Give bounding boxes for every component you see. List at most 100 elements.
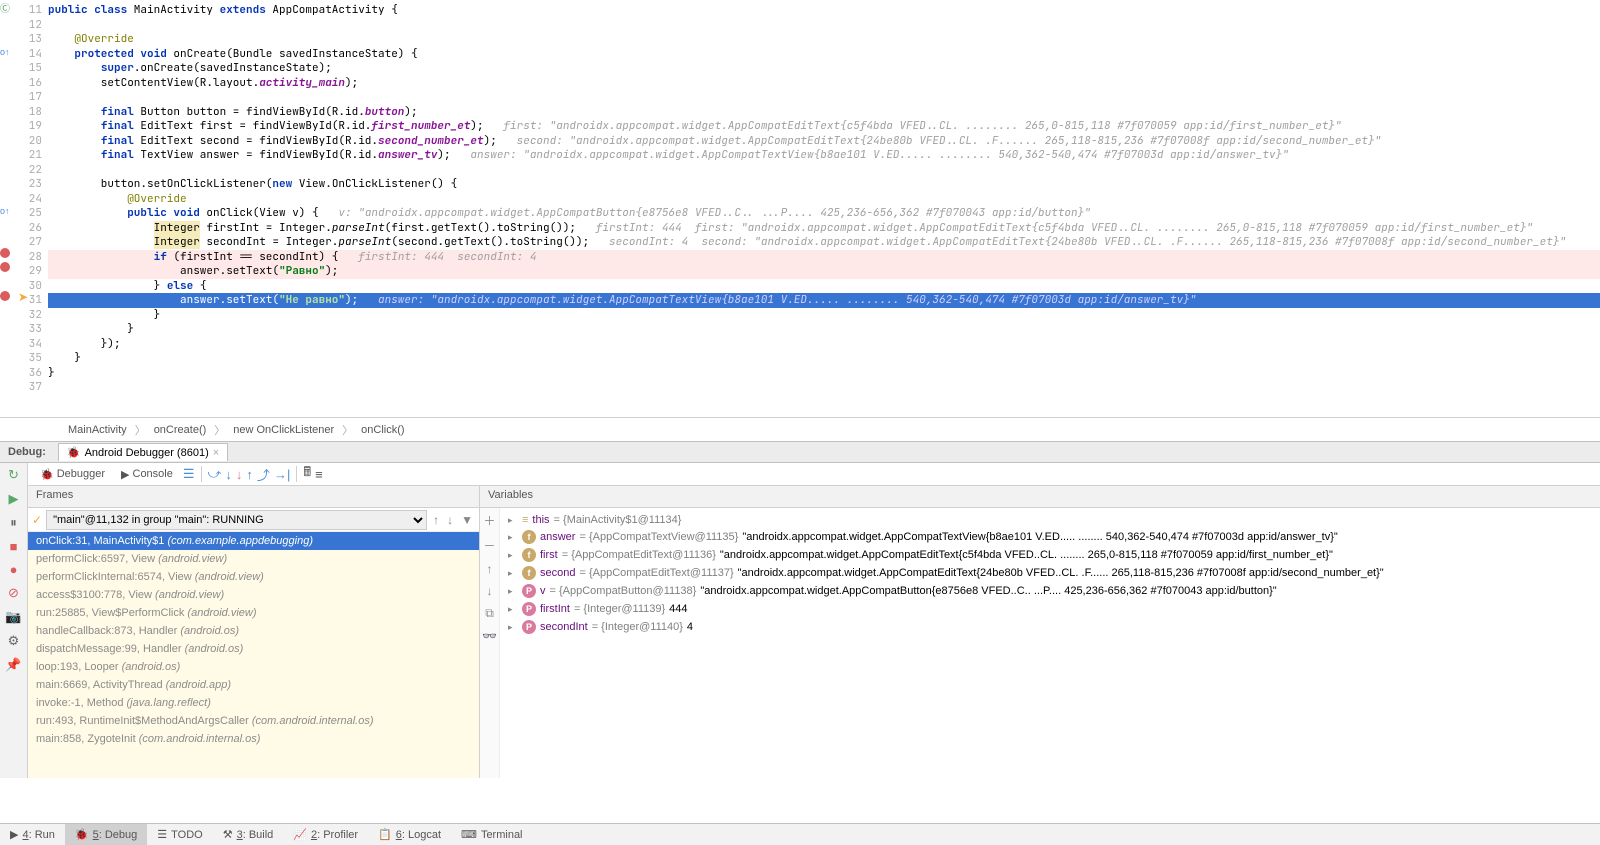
breadcrumb-item[interactable]: onClick() (353, 424, 412, 436)
code-line[interactable]: setContentView(R.layout.activity_main); (48, 76, 1600, 91)
code-line[interactable]: } else { (48, 279, 1600, 294)
breakpoint-icon[interactable] (0, 291, 10, 301)
drop-frame-icon[interactable]: ⤴ (257, 465, 270, 484)
frame-item[interactable]: performClickInternal:6574, View (android… (28, 568, 479, 586)
code-line[interactable]: @Override (48, 32, 1600, 47)
rerun-icon[interactable]: ↻ (8, 467, 19, 483)
line-number[interactable]: 28 (18, 250, 42, 265)
code-line[interactable]: if (firstInt == secondInt) { firstInt: 4… (48, 250, 1600, 265)
variable-item[interactable]: ▸P firstInt = {Integer@11139} 444 (504, 600, 1596, 618)
line-number[interactable]: 14 (18, 47, 42, 62)
step-into-icon[interactable]: ↓ (225, 467, 232, 482)
line-number[interactable]: 25 (18, 206, 42, 221)
pin-icon[interactable]: 📌 (5, 657, 21, 673)
camera-icon[interactable]: 📷 (5, 609, 21, 625)
frame-item[interactable]: main:858, ZygoteInit (com.android.intern… (28, 730, 479, 748)
code-line[interactable] (48, 380, 1600, 395)
frame-item[interactable]: onClick:31, MainActivity$1 (com.example.… (28, 532, 479, 550)
frame-item[interactable]: dispatchMessage:99, Handler (android.os) (28, 640, 479, 658)
frame-item[interactable]: main:6669, ActivityThread (android.app) (28, 676, 479, 694)
variable-item[interactable]: ▸f second = {AppCompatEditText@11137} "a… (504, 564, 1596, 582)
line-number[interactable]: 19 (18, 119, 42, 134)
force-step-into-icon[interactable]: ↓ (236, 467, 243, 482)
code-line[interactable]: Integer firstInt = Integer.parseInt(firs… (48, 221, 1600, 236)
run-to-cursor-icon[interactable]: →| (274, 467, 290, 482)
variable-item[interactable]: ▸P v = {AppCompatButton@11138} "androidx… (504, 582, 1596, 600)
breadcrumb-item[interactable]: MainActivity (60, 424, 135, 436)
frame-item[interactable]: loop:193, Looper (android.os) (28, 658, 479, 676)
line-number[interactable]: 18 (18, 105, 42, 120)
line-number[interactable]: 36 (18, 366, 42, 381)
filter-icon[interactable]: ▼ (459, 513, 475, 527)
breadcrumb-item[interactable]: onCreate() (146, 424, 215, 436)
prev-frame-icon[interactable]: ↑ (431, 513, 441, 527)
line-number[interactable]: 16 (18, 76, 42, 91)
line-number[interactable]: 27 (18, 235, 42, 250)
step-over-icon[interactable]: ⤻ (208, 466, 222, 482)
line-number[interactable]: 11 (18, 3, 42, 18)
line-number[interactable]: 32 (18, 308, 42, 323)
debugger-tab[interactable]: 🐞Debugger (34, 467, 111, 482)
line-number[interactable]: 33 (18, 322, 42, 337)
evaluate-icon[interactable]: 🖩 (303, 463, 311, 485)
variable-item[interactable]: ▸f answer = {AppCompatTextView@11135} "a… (504, 528, 1596, 546)
step-out-icon[interactable]: ↑ (246, 467, 253, 482)
down-icon[interactable]: ↓ (487, 584, 493, 598)
stop-icon[interactable]: ■ (10, 539, 18, 554)
line-number[interactable]: 13 (18, 32, 42, 47)
settings-icon[interactable]: ⚙ (8, 633, 20, 649)
tool-window-tab[interactable]: ☰TODO (147, 824, 212, 845)
code-line[interactable] (48, 90, 1600, 105)
tool-window-tab[interactable]: 🐞5: Debug (65, 824, 147, 845)
code-line[interactable] (48, 18, 1600, 33)
code-line[interactable]: super.onCreate(savedInstanceState); (48, 61, 1600, 76)
variable-item[interactable]: ▸≡ this = {MainActivity$1@11134} (504, 512, 1596, 528)
line-number[interactable]: 23 (18, 177, 42, 192)
breakpoints-icon[interactable]: ● (10, 562, 18, 577)
code-line[interactable]: final TextView answer = findViewById(R.i… (48, 148, 1600, 163)
frame-list[interactable]: onClick:31, MainActivity$1 (com.example.… (28, 532, 479, 778)
code-line[interactable]: final EditText second = findViewById(R.i… (48, 134, 1600, 149)
tool-window-tab[interactable]: ⚒3: Build (213, 824, 284, 845)
breadcrumb-item[interactable]: new OnClickListener (225, 424, 342, 436)
up-icon[interactable]: ↑ (487, 562, 493, 576)
tool-window-tab[interactable]: 📋6: Logcat (368, 824, 451, 845)
frame-item[interactable]: handleCallback:873, Handler (android.os) (28, 622, 479, 640)
code-line[interactable]: }); (48, 337, 1600, 352)
line-number[interactable]: 24 (18, 192, 42, 207)
thread-select[interactable]: "main"@11,132 in group "main": RUNNING (46, 510, 427, 530)
code-line[interactable]: protected void onCreate(Bundle savedInst… (48, 47, 1600, 62)
remove-watch-icon[interactable]: － (483, 537, 495, 554)
line-number[interactable]: 12 (18, 18, 42, 33)
code-line[interactable]: answer.setText("Равно"); (48, 264, 1600, 279)
breakpoint-icon[interactable] (0, 248, 10, 258)
breakpoint-icon[interactable] (0, 262, 10, 272)
variables-list[interactable]: ▸≡ this = {MainActivity$1@11134}▸f answe… (500, 508, 1600, 778)
code-line[interactable]: } (48, 308, 1600, 323)
threads-icon[interactable]: ☰ (183, 466, 195, 482)
code-line[interactable]: } (48, 366, 1600, 381)
tool-window-tab[interactable]: 📈2: Profiler (283, 824, 368, 845)
frame-item[interactable]: run:25885, View$PerformClick (android.vi… (28, 604, 479, 622)
code-line[interactable]: public class MainActivity extends AppCom… (48, 3, 1600, 18)
pause-icon[interactable]: ⏸ (10, 515, 17, 531)
line-number[interactable]: 15 (18, 61, 42, 76)
next-frame-icon[interactable]: ↓ (445, 513, 455, 527)
line-number[interactable]: 20 (18, 134, 42, 149)
breadcrumb[interactable]: MainActivity〉onCreate()〉new OnClickListe… (0, 417, 1600, 441)
line-number[interactable]: 26 (18, 221, 42, 236)
line-number[interactable]: 17 (18, 90, 42, 105)
variable-item[interactable]: ▸f first = {AppCompatEditText@11136} "an… (504, 546, 1596, 564)
code-line[interactable]: public void onClick(View v) { v: "androi… (48, 206, 1600, 221)
close-icon[interactable]: × (213, 447, 219, 459)
tool-window-tab[interactable]: ⌨Terminal (451, 824, 532, 845)
variable-item[interactable]: ▸P secondInt = {Integer@11140} 4 (504, 618, 1596, 636)
code-line[interactable]: final Button button = findViewById(R.id.… (48, 105, 1600, 120)
console-tab[interactable]: ▶Console (115, 467, 179, 482)
line-number[interactable]: 37 (18, 380, 42, 395)
line-number[interactable]: 35 (18, 351, 42, 366)
override-icon[interactable]: o↑ (0, 206, 10, 216)
override-icon[interactable]: o↑ (0, 47, 10, 57)
debug-session-tab[interactable]: 🐞 Android Debugger (8601) × (58, 443, 228, 461)
frame-item[interactable]: run:493, RuntimeInit$MethodAndArgsCaller… (28, 712, 479, 730)
